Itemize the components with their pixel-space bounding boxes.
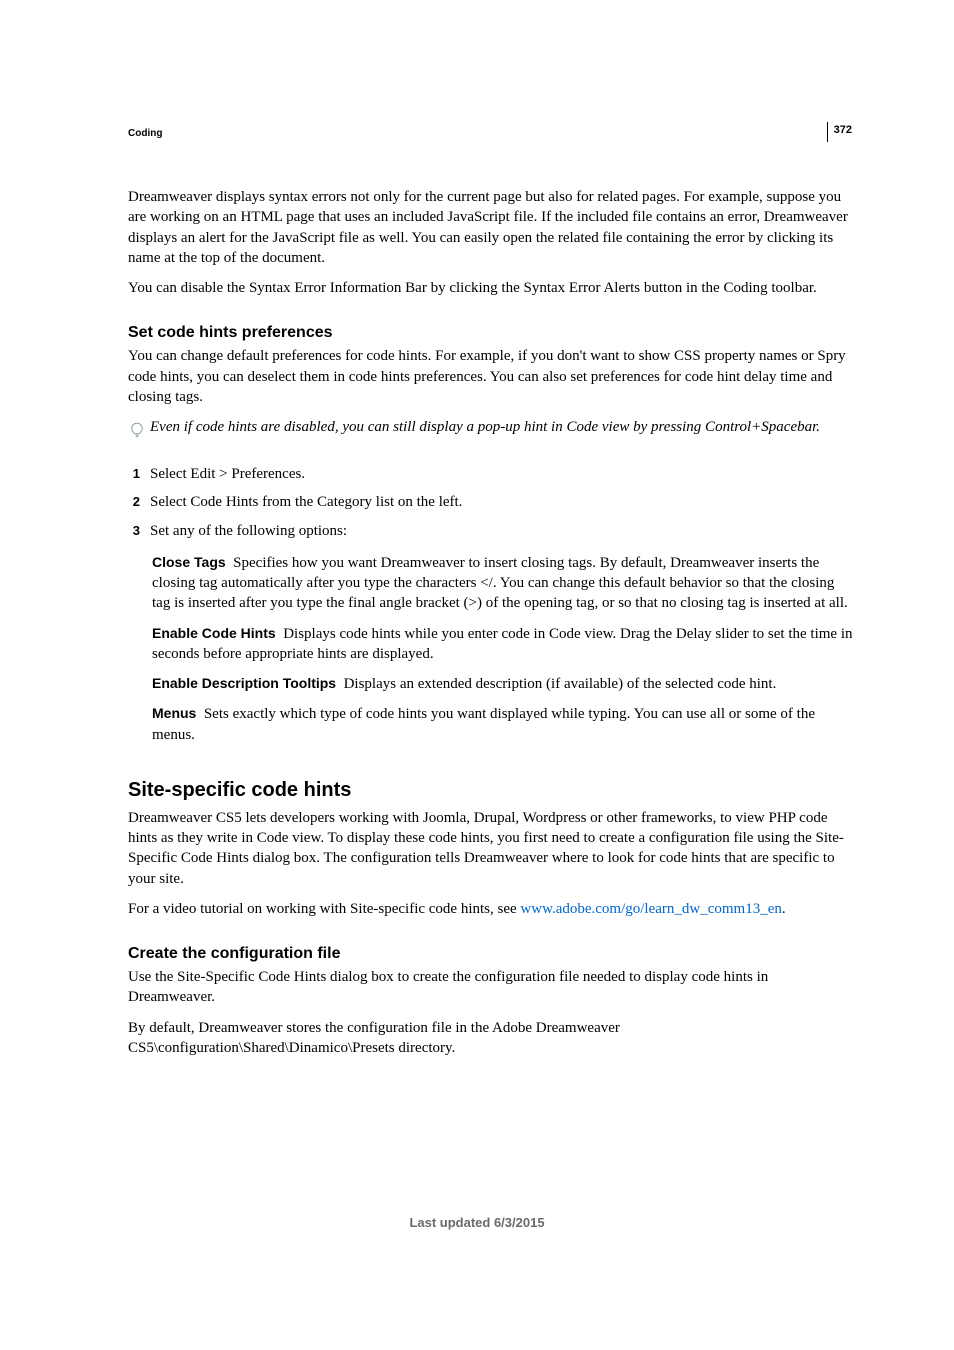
body-paragraph: Use the Site-Specific Code Hints dialog … xyxy=(128,967,854,1008)
body-paragraph: You can disable the Syntax Error Informa… xyxy=(128,278,854,298)
step-item: Select Code Hints from the Category list… xyxy=(128,492,854,512)
body-paragraph: For a video tutorial on working with Sit… xyxy=(128,899,854,919)
heading-site-specific-code-hints: Site-specific code hints xyxy=(128,779,854,802)
lightbulb-icon xyxy=(128,419,146,446)
option-label: Enable Code Hints xyxy=(152,625,276,641)
document-page: 372 Coding Dreamweaver displays syntax e… xyxy=(0,0,954,1350)
body-paragraph: By default, Dreamweaver stores the confi… xyxy=(128,1018,854,1059)
option-enable-code-hints: Enable Code Hints Displays code hints wh… xyxy=(152,624,854,665)
step-text: Set any of the following options: xyxy=(150,521,347,541)
option-label: Menus xyxy=(152,705,196,721)
footer-last-updated: Last updated 6/3/2015 xyxy=(0,1215,954,1230)
option-text: Specifies how you want Dreamweaver to in… xyxy=(152,555,848,612)
tutorial-link[interactable]: www.adobe.com/go/learn_dw_comm13_en xyxy=(520,901,781,917)
option-close-tags: Close Tags Specifies how you want Dreamw… xyxy=(152,553,854,614)
tip-callout: Even if code hints are disabled, you can… xyxy=(128,417,854,446)
body-paragraph: Dreamweaver displays syntax errors not o… xyxy=(128,187,854,268)
step-text: Select Edit > Preferences. xyxy=(150,464,305,484)
text-fragment: . xyxy=(782,901,786,917)
page-number: 372 xyxy=(827,122,852,142)
option-label: Close Tags xyxy=(152,554,226,570)
option-enable-description-tooltips: Enable Description Tooltips Displays an … xyxy=(152,674,854,694)
heading-create-configuration-file: Create the configuration file xyxy=(128,945,854,963)
steps-list: Select Edit > Preferences. Select Code H… xyxy=(128,464,854,541)
option-text: Displays an extended description (if ava… xyxy=(344,676,777,692)
option-text: Sets exactly which type of code hints yo… xyxy=(152,706,815,742)
body-paragraph: Dreamweaver CS5 lets developers working … xyxy=(128,808,854,889)
text-fragment: For a video tutorial on working with Sit… xyxy=(128,901,520,917)
option-menus: Menus Sets exactly which type of code hi… xyxy=(152,704,854,745)
option-label: Enable Description Tooltips xyxy=(152,675,336,691)
body-paragraph: You can change default preferences for c… xyxy=(128,346,854,407)
section-label: Coding xyxy=(128,128,854,139)
tip-text: Even if code hints are disabled, you can… xyxy=(150,417,820,437)
step-item: Select Edit > Preferences. xyxy=(128,464,854,484)
heading-set-code-hints-preferences: Set code hints preferences xyxy=(128,324,854,342)
step-text: Select Code Hints from the Category list… xyxy=(150,492,462,512)
step-item: Set any of the following options: xyxy=(128,521,854,541)
